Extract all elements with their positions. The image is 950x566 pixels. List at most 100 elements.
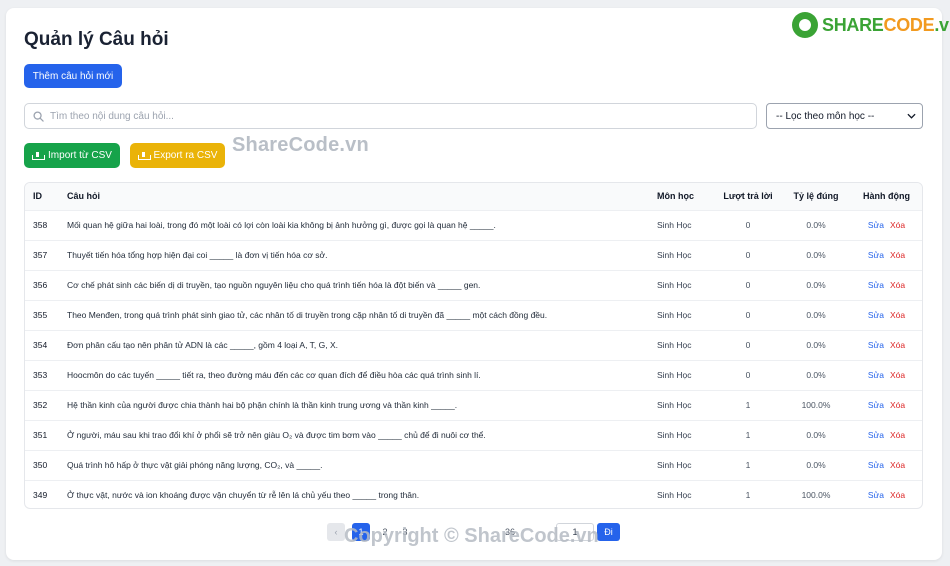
delete-link[interactable]: Xóa — [890, 430, 905, 440]
cell-actions: Sửa Xóa — [851, 330, 922, 360]
export-csv-label: Export ra CSV — [153, 150, 218, 161]
cell-id: 357 — [33, 250, 48, 260]
delete-link[interactable]: Xóa — [890, 280, 905, 290]
cell-id: 352 — [33, 400, 48, 410]
edit-link[interactable]: Sửa — [868, 220, 884, 230]
col-header-id: ID — [33, 191, 42, 202]
cell-actions: Sửa Xóa — [851, 480, 922, 508]
cell-actions: Sửa Xóa — [851, 390, 922, 420]
cell-answers: 0 — [745, 280, 751, 290]
cell-answers: 1 — [745, 490, 751, 501]
delete-link[interactable]: Xóa — [890, 250, 905, 260]
export-tray-icon — [137, 151, 151, 160]
import-tray-icon — [32, 151, 46, 160]
cell-rate: 0.0% — [806, 430, 826, 440]
col-header-question: Câu hỏi — [67, 191, 100, 202]
delete-link[interactable]: Xóa — [890, 400, 905, 410]
cell-id: 356 — [33, 280, 48, 290]
cell-answers: 0 — [745, 310, 751, 320]
cell-answers: 0 — [745, 370, 751, 380]
table-row: 357 Thuyết tiến hóa tổng hợp hiện đại coi… — [25, 240, 922, 270]
search-icon — [33, 110, 44, 122]
col-header-actions: Hành động — [863, 191, 910, 202]
col-header-answers: Lượt trả lời — [723, 191, 773, 202]
edit-link[interactable]: Sửa — [868, 370, 884, 380]
cell-question: Cơ chế phát sinh các biến dị di truyền, … — [67, 280, 481, 290]
pagination-go-button[interactable]: Đi — [597, 523, 620, 541]
cell-id: 358 — [33, 220, 48, 230]
table-row: 358 Mối quan hệ giữa hai loài, trong đó m… — [25, 210, 922, 240]
cell-question: Theo Menđen, trong quá trình phát sinh g… — [67, 310, 548, 320]
cell-question: Hệ thần kinh của người được chia thành h… — [67, 400, 458, 410]
cell-subject: Sinh Học — [657, 430, 692, 440]
cell-id: 355 — [33, 310, 48, 320]
cell-rate: 0.0% — [806, 220, 826, 230]
import-csv-button[interactable]: Import từ CSV — [24, 143, 120, 168]
table-row: 351 Ở người, máu sau khi trao đổi khí ở p… — [25, 420, 922, 450]
cell-answers: 1 — [745, 430, 751, 440]
edit-link[interactable]: Sửa — [868, 250, 884, 260]
watermark-copyright: Copyright © ShareCode.vn — [344, 525, 599, 547]
edit-link[interactable]: Sửa — [868, 280, 884, 290]
cell-id: 351 — [33, 430, 48, 440]
cell-id: 354 — [33, 340, 48, 350]
cell-subject: Sinh Học — [657, 310, 692, 320]
cell-id: 350 — [33, 460, 48, 470]
edit-link[interactable]: Sửa — [868, 310, 884, 320]
page-title: Quản lý Câu hỏi — [24, 29, 169, 50]
delete-link[interactable]: Xóa — [890, 310, 905, 320]
delete-link[interactable]: Xóa — [890, 490, 905, 500]
cell-question: Ở thực vật, nước và ion khoáng được vận … — [67, 490, 420, 501]
cell-actions: Sửa Xóa — [851, 270, 922, 300]
cell-rate: 0.0% — [806, 280, 826, 290]
delete-link[interactable]: Xóa — [890, 220, 905, 230]
edit-link[interactable]: Sửa — [868, 460, 884, 470]
table-row: 354 Đơn phân cấu tạo nên phân tử ADN là c… — [25, 330, 922, 360]
edit-link[interactable]: Sửa — [868, 430, 884, 440]
cell-actions: Sửa Xóa — [851, 210, 922, 240]
sharecode-logo: SHARECODE.vn — [792, 12, 950, 38]
cell-question: Ở người, máu sau khi trao đổi khí ở phổi… — [67, 430, 486, 440]
table-row: 350 Quá trình hô hấp ở thực vật giải phón… — [25, 450, 922, 480]
export-csv-button[interactable]: Export ra CSV — [130, 143, 225, 168]
questions-table: ID Câu hỏi Môn học Lượt trả lời Tỷ lệ đú… — [24, 182, 923, 509]
cell-rate: 0.0% — [806, 370, 826, 380]
cell-question: Đơn phân cấu tạo nên phân tử ADN là các … — [67, 340, 338, 350]
cell-id: 349 — [33, 490, 48, 501]
cell-subject: Sinh Học — [657, 250, 692, 260]
cell-actions: Sửa Xóa — [851, 300, 922, 330]
cell-subject: Sinh Học — [657, 280, 692, 290]
cell-actions: Sửa Xóa — [851, 360, 922, 390]
cell-rate: 0.0% — [806, 250, 826, 260]
logo-text-code: CODE — [883, 14, 935, 35]
cell-rate: 0.0% — [806, 340, 826, 350]
cell-subject: Sinh Học — [657, 400, 692, 410]
col-header-subject: Môn học — [657, 191, 694, 202]
col-header-rate: Tỷ lệ đúng — [793, 191, 839, 202]
pagination-prev-button[interactable]: ‹ — [327, 523, 345, 541]
edit-link[interactable]: Sửa — [868, 490, 884, 500]
table-row: 349 Ở thực vật, nước và ion khoáng được v… — [25, 480, 922, 508]
table-header-row: ID Câu hỏi Môn học Lượt trả lời Tỷ lệ đú… — [25, 183, 922, 210]
search-box[interactable] — [24, 103, 757, 129]
logo-text-share: SHARE — [822, 14, 884, 35]
cell-rate: 0.0% — [806, 310, 826, 320]
delete-link[interactable]: Xóa — [890, 340, 905, 350]
delete-link[interactable]: Xóa — [890, 370, 905, 380]
cell-question: Thuyết tiến hóa tổng hợp hiện đại coi __… — [67, 250, 328, 260]
subject-filter-value: -- Lọc theo môn học -- — [776, 110, 875, 122]
cell-answers: 0 — [745, 220, 751, 230]
edit-link[interactable]: Sửa — [868, 340, 884, 350]
cell-rate: 100.0% — [801, 400, 831, 410]
subject-filter-select[interactable]: -- Lọc theo môn học -- — [766, 103, 923, 129]
cell-subject: Sinh Học — [657, 340, 692, 350]
delete-link[interactable]: Xóa — [890, 460, 905, 470]
cell-actions: Sửa Xóa — [851, 420, 922, 450]
cell-rate: 0.0% — [806, 460, 826, 470]
edit-link[interactable]: Sửa — [868, 400, 884, 410]
add-question-button[interactable]: Thêm câu hỏi mới — [24, 64, 122, 88]
cell-question: Quá trình hô hấp ở thực vật giải phóng n… — [67, 460, 323, 470]
table-row: 355 Theo Menđen, trong quá trình phát sin… — [25, 300, 922, 330]
cell-rate: 100.0% — [801, 490, 831, 501]
search-input[interactable] — [50, 110, 756, 122]
